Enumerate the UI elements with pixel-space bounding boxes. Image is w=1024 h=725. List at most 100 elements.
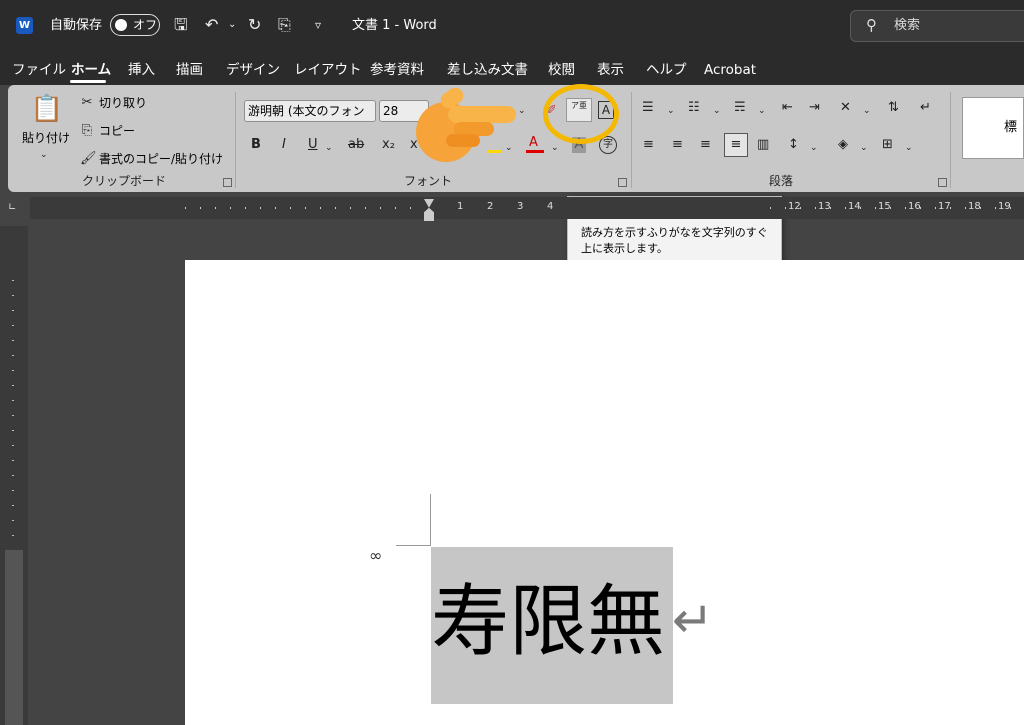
format-painter-icon[interactable]: 🖌 xyxy=(80,151,97,167)
copy-button[interactable]: コピー xyxy=(99,124,135,139)
tab-insert[interactable]: 挿入 xyxy=(128,61,155,79)
tab-home[interactable]: ホーム xyxy=(71,61,111,79)
save-icon[interactable]: 🖫 xyxy=(174,15,188,35)
ruler-number: 4 xyxy=(547,201,554,212)
increase-indent-icon[interactable]: ⇥ xyxy=(809,100,820,116)
tab-design[interactable]: デザイン xyxy=(226,61,280,79)
tab-stop-selector[interactable]: ∟ xyxy=(8,203,18,213)
line-spacing-dropdown-icon[interactable]: ⌄ xyxy=(810,140,818,156)
touch-mode-icon[interactable]: ⎘ xyxy=(278,15,291,35)
ruler-number: 13 xyxy=(818,201,831,212)
align-left-icon[interactable]: ≡ xyxy=(643,137,654,153)
underline-dropdown-icon[interactable]: ⌄ xyxy=(325,140,333,156)
distributed-icon[interactable]: ▥ xyxy=(757,137,769,153)
multilevel-list-icon[interactable]: ☴ xyxy=(734,100,746,116)
borders-dropdown-icon[interactable]: ⌄ xyxy=(905,140,913,156)
tab-draw[interactable]: 描画 xyxy=(176,61,203,79)
asian-layout-dropdown-icon[interactable]: ⌄ xyxy=(863,103,871,119)
borders-icon[interactable]: ⊞ xyxy=(882,137,893,153)
tab-review[interactable]: 校閲 xyxy=(548,61,575,79)
paragraph-launcher-icon[interactable] xyxy=(938,178,947,187)
format-painter-button[interactable]: 書式のコピー/貼り付け xyxy=(99,152,223,167)
tab-mailings[interactable]: 差し込み文書 xyxy=(447,61,528,79)
ruler-number: 16 xyxy=(908,201,921,212)
shading-icon[interactable]: ◈ xyxy=(838,137,848,153)
clipboard-launcher-icon[interactable] xyxy=(223,178,232,187)
tab-help[interactable]: ヘルプ xyxy=(646,61,687,79)
ruler-number: 3 xyxy=(517,201,524,212)
font-color-icon[interactable]: A xyxy=(529,135,538,151)
bold-button[interactable]: B xyxy=(251,137,261,153)
numbering-dropdown-icon[interactable]: ⌄ xyxy=(713,103,721,119)
tab-layout[interactable]: レイアウト xyxy=(294,61,362,79)
ruler-number: 2 xyxy=(487,201,494,212)
paste-icon[interactable]: 📋 xyxy=(30,94,64,124)
autosave-state: オフ xyxy=(133,18,158,32)
undo-icon[interactable]: ↶ xyxy=(205,15,218,35)
bullets-dropdown-icon[interactable]: ⌄ xyxy=(667,103,675,119)
align-center-icon[interactable]: ≡ xyxy=(672,137,683,153)
show-formatting-marks-icon[interactable]: ↵ xyxy=(920,100,931,116)
font-launcher-icon[interactable] xyxy=(618,178,627,187)
tab-acrobat[interactable]: Acrobat xyxy=(704,61,756,79)
shading-dropdown-icon[interactable]: ⌄ xyxy=(860,140,868,156)
redo-icon[interactable]: ↻ xyxy=(248,15,261,35)
search-placeholder: 検索 xyxy=(894,18,921,33)
bullets-icon[interactable]: ☰ xyxy=(642,100,654,116)
copy-icon[interactable]: ⎘ xyxy=(80,123,94,139)
cut-icon[interactable]: ✂ xyxy=(80,95,94,111)
decrease-indent-icon[interactable]: ⇤ xyxy=(782,100,793,116)
ruler-number: 14 xyxy=(848,201,861,212)
sort-icon[interactable]: ⇅ xyxy=(888,100,899,116)
justify-icon[interactable]: ≡ xyxy=(724,133,748,157)
group-divider xyxy=(950,92,951,188)
asian-layout-icon[interactable]: ✕ xyxy=(840,100,851,116)
copilot-icon[interactable]: ∞ xyxy=(369,546,382,566)
group-divider xyxy=(235,92,236,188)
ruler-number: 1 xyxy=(457,201,464,212)
line-spacing-icon[interactable]: ↕ xyxy=(788,137,799,153)
paragraph-group-label: 段落 xyxy=(769,174,794,188)
word-app-icon: W xyxy=(16,17,33,34)
font-color-dropdown-icon[interactable]: ⌄ xyxy=(551,140,559,156)
paragraph-mark: ↵ xyxy=(672,591,714,649)
tab-view[interactable]: 表示 xyxy=(597,61,624,79)
group-divider xyxy=(631,92,632,188)
vertical-ruler-text-area xyxy=(5,550,23,725)
margin-guide xyxy=(430,494,431,546)
underline-button[interactable]: U xyxy=(308,137,318,153)
annotation-circle xyxy=(543,84,619,144)
multilevel-dropdown-icon[interactable]: ⌄ xyxy=(758,103,766,119)
pointing-hand-icon xyxy=(416,87,516,162)
align-right-icon[interactable]: ≡ xyxy=(700,137,711,153)
clipboard-group-label: クリップボード xyxy=(82,174,167,188)
style-normal-label: 標 xyxy=(1004,120,1018,135)
tab-references[interactable]: 参考資料 xyxy=(370,61,424,79)
paste-button-label[interactable]: 貼り付け xyxy=(22,131,70,146)
font-name-dropdown[interactable]: 游明朝 (本文のフォン xyxy=(244,100,376,122)
ruler-ticks-right xyxy=(770,207,1024,209)
autosave-toggle[interactable]: オフ xyxy=(110,14,160,36)
autosave-label: 自動保存 xyxy=(50,18,103,33)
tab-file[interactable]: ファイル xyxy=(12,61,66,79)
undo-dropdown-icon[interactable]: ⌄ xyxy=(228,15,236,35)
ruler-number: 15 xyxy=(878,201,891,212)
hand-ring-finger xyxy=(446,134,480,147)
active-tab-indicator xyxy=(70,80,106,83)
ruler-number: 17 xyxy=(938,201,951,212)
paste-dropdown-icon[interactable]: ⌄ xyxy=(40,147,48,163)
ruler-number: 18 xyxy=(968,201,981,212)
strikethrough-button[interactable]: ab xyxy=(348,137,364,153)
ruler-number: 19 xyxy=(998,201,1011,212)
customize-quick-access-icon[interactable]: ▿ xyxy=(315,15,321,35)
hand-middle-finger xyxy=(454,122,494,136)
numbering-icon[interactable]: ☷ xyxy=(688,100,700,116)
ruler-number: 12 xyxy=(788,201,801,212)
toggle-knob xyxy=(115,19,127,31)
document-text[interactable]: 寿限無 xyxy=(431,574,665,670)
italic-button[interactable]: I xyxy=(282,137,286,153)
search-icon: ⚲ xyxy=(866,16,877,34)
cut-button[interactable]: 切り取り xyxy=(99,96,147,111)
subscript-button[interactable]: x₂ xyxy=(382,137,395,153)
font-color-bar xyxy=(526,150,544,153)
